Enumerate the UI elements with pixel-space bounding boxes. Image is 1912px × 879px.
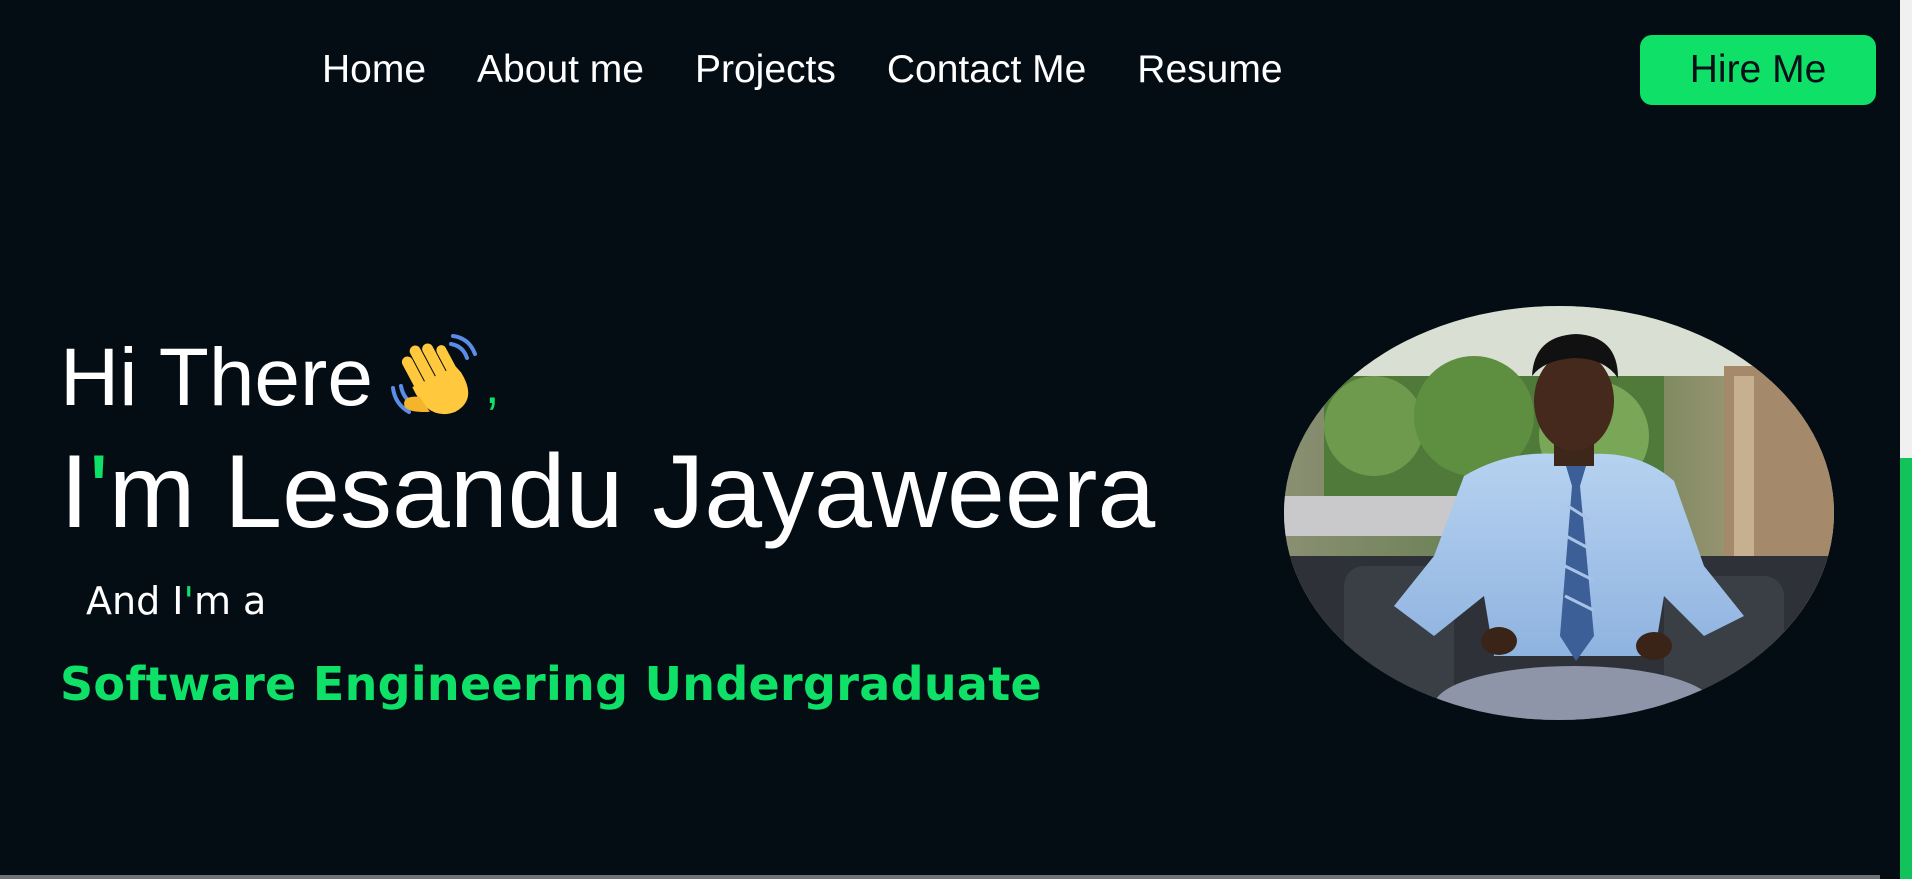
name-prefix: I (60, 434, 89, 550)
scrollbar-track (1880, 0, 1900, 879)
hero-name: I'm Lesandu Jayaweera (60, 432, 1155, 552)
hero-subtitle: And I'm a (86, 576, 266, 626)
scrollbar[interactable] (1880, 0, 1912, 879)
sub-prefix: And I (86, 579, 184, 623)
nav-about-link[interactable]: About me (477, 46, 644, 94)
nav-resume-link[interactable]: Resume (1137, 46, 1282, 94)
name-apostrophe: ' (88, 434, 109, 550)
nav-contact-link[interactable]: Contact Me (887, 46, 1086, 94)
hero-role: Software Engineering Undergraduate (60, 657, 1042, 711)
waving-hand-icon (387, 330, 483, 426)
profile-photo (1284, 306, 1834, 720)
hire-me-button[interactable]: Hire Me (1640, 35, 1876, 105)
sub-text: m a (193, 579, 267, 623)
hero-greeting: Hi There , (60, 330, 499, 426)
nav-links: Home About me Projects Contact Me Resume (322, 46, 1334, 94)
nav-projects-link[interactable]: Projects (695, 46, 836, 94)
portfolio-page: Home About me Projects Contact Me Resume… (0, 0, 1912, 879)
name-text: m Lesandu Jayaweera (108, 434, 1156, 550)
sub-apostrophe: ' (183, 579, 194, 623)
top-navigation: Home About me Projects Contact Me Resume… (0, 0, 1880, 140)
scrollbar-thumb[interactable] (1900, 458, 1912, 879)
nav-home-link[interactable]: Home (322, 46, 426, 94)
greeting-text: Hi There (60, 332, 373, 423)
greeting-comma: , (484, 357, 500, 415)
bottom-edge (0, 875, 1880, 879)
